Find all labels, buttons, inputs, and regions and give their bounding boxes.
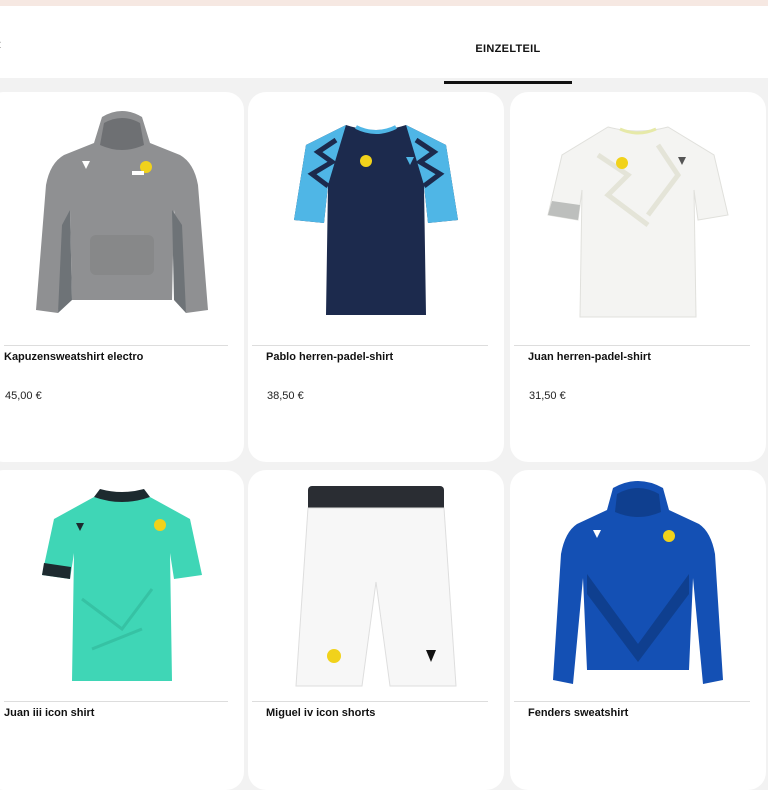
product-card[interactable]: Kapuzensweatshirt electro 45,00 € bbox=[0, 92, 244, 462]
product-price: 31,50 € bbox=[529, 390, 566, 402]
white-tshirt-icon[interactable] bbox=[510, 92, 766, 342]
product-card[interactable]: Miguel iv icon shorts bbox=[248, 470, 504, 790]
product-name[interactable]: Juan herren-padel-shirt bbox=[528, 351, 651, 363]
tab-einzelteil[interactable]: EINZELTEIL bbox=[444, 6, 572, 84]
white-shorts-icon[interactable] bbox=[248, 470, 504, 702]
turquoise-tshirt-icon[interactable] bbox=[0, 470, 244, 704]
product-card[interactable]: Pablo herren-padel-shirt 38,50 € bbox=[248, 92, 504, 462]
card-divider bbox=[4, 345, 228, 346]
scroll-left-icon[interactable]: ‹ bbox=[0, 36, 1, 54]
active-tab-indicator bbox=[444, 81, 572, 84]
product-price: 38,50 € bbox=[267, 390, 304, 402]
navy-blue-tshirt-icon[interactable] bbox=[248, 92, 504, 342]
card-divider bbox=[4, 701, 228, 702]
grey-hoodie-icon[interactable] bbox=[0, 92, 244, 342]
blue-hoodie-icon[interactable] bbox=[510, 470, 766, 704]
product-name[interactable]: Kapuzensweatshirt electro bbox=[4, 351, 143, 363]
product-card[interactable]: Juan iii icon shirt bbox=[0, 470, 244, 790]
product-card[interactable]: Fenders sweatshirt bbox=[510, 470, 766, 790]
product-name[interactable]: Miguel iv icon shorts bbox=[266, 707, 375, 719]
product-name[interactable]: Fenders sweatshirt bbox=[528, 707, 628, 719]
product-name[interactable]: Pablo herren-padel-shirt bbox=[266, 351, 393, 363]
product-card[interactable]: Juan herren-padel-shirt 31,50 € bbox=[510, 92, 766, 462]
card-divider bbox=[514, 345, 750, 346]
tab-label: EINZELTEIL bbox=[475, 43, 541, 55]
card-divider bbox=[252, 701, 488, 702]
product-price: 45,00 € bbox=[5, 390, 42, 402]
card-divider bbox=[514, 701, 750, 702]
product-name[interactable]: Juan iii icon shirt bbox=[4, 707, 94, 719]
card-divider bbox=[252, 345, 488, 346]
top-bar: ‹ EINZELTEIL bbox=[0, 0, 768, 84]
